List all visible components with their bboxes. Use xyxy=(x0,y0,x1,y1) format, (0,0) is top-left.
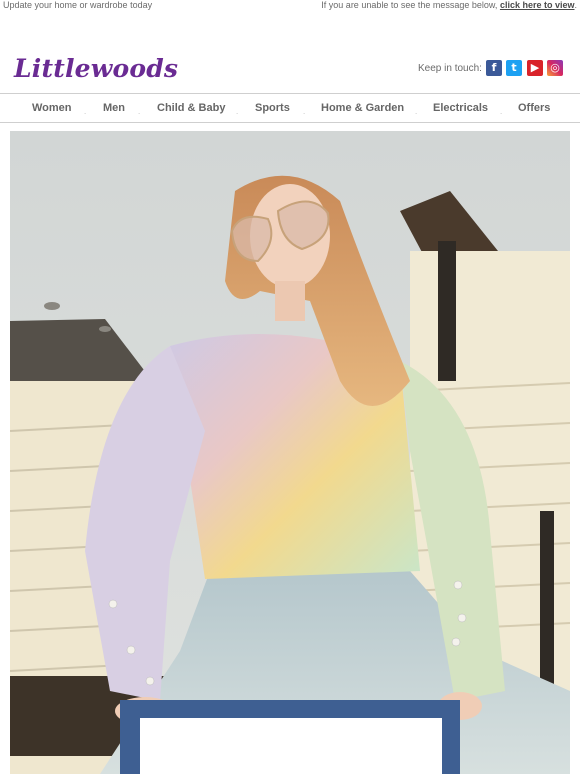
preheader-text: Update your home or wardrobe today xyxy=(3,0,153,10)
nav-sports[interactable]: Sports xyxy=(255,102,290,114)
hero-image[interactable] xyxy=(10,131,570,774)
nav-women[interactable]: Women xyxy=(32,102,72,114)
preheader: Update your home or wardrobe today If yo… xyxy=(0,0,580,12)
nav-home-garden[interactable]: Home & Garden xyxy=(321,102,404,114)
nav-child-baby[interactable]: Child & Baby xyxy=(157,102,225,114)
header: Littlewoods Keep in touch: f t ▶ ◎ xyxy=(0,50,580,90)
facebook-icon[interactable]: f xyxy=(486,60,502,76)
nav-separator: . xyxy=(415,107,418,116)
nav-men[interactable]: Men xyxy=(103,102,125,114)
view-in-browser-link[interactable]: click here to view xyxy=(500,0,575,10)
nav-separator: . xyxy=(500,107,503,116)
hero-illustration xyxy=(10,131,570,774)
nav-separator: . xyxy=(84,107,87,116)
instagram-icon[interactable]: ◎ xyxy=(547,60,563,76)
nav-separator: . xyxy=(236,107,239,116)
youtube-icon[interactable]: ▶ xyxy=(527,60,543,76)
nav-electricals[interactable]: Electricals xyxy=(433,102,488,114)
keep-in-touch-label: Keep in touch: xyxy=(418,63,482,74)
preheader-period: . xyxy=(574,0,577,10)
littlewoods-logo[interactable]: Littlewoods xyxy=(14,54,178,83)
preheader-view-online: If you are unable to see the message bel… xyxy=(321,0,577,10)
content-panel xyxy=(140,718,442,774)
preheader-note: If you are unable to see the message bel… xyxy=(321,0,498,10)
main-navigation: Women . Men . Child & Baby . Sports . Ho… xyxy=(0,93,580,123)
nav-separator: . xyxy=(303,107,306,116)
nav-separator: . xyxy=(138,107,141,116)
nav-offers[interactable]: Offers xyxy=(518,102,550,114)
twitter-icon[interactable]: t xyxy=(506,60,522,76)
